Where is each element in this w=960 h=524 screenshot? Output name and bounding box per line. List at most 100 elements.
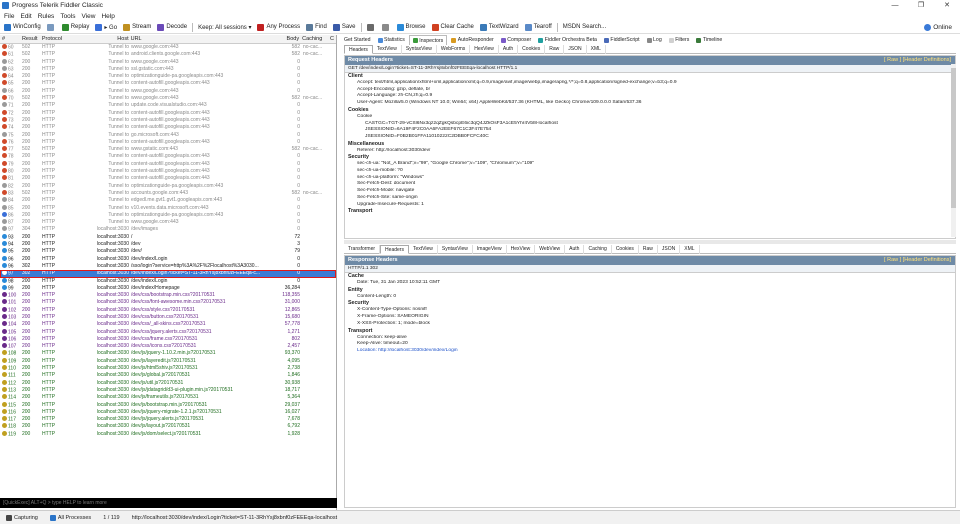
- menu-view[interactable]: View: [82, 13, 96, 20]
- subtab3-transformer[interactable]: Transformer: [344, 245, 381, 254]
- toolbar-tearoff-button[interactable]: Tearoff: [523, 22, 554, 33]
- subtab2-syntaxview[interactable]: SyntaxView: [402, 45, 437, 54]
- subtab2-auth[interactable]: Auth: [499, 45, 519, 54]
- subtab2-hexview[interactable]: HexView: [470, 45, 499, 54]
- subtab3-webview[interactable]: WebView: [535, 245, 566, 254]
- session-row[interactable]: 119 200 HTTP localhost:3030/dev/js/dom/sele…: [0, 430, 336, 438]
- session-row[interactable]: 70 502 HTTP Tunnel to www.google.com:443 582 n…: [0, 95, 336, 102]
- session-row[interactable]: 100 200 HTTP localhost:3030/dev/css/bootstr…: [0, 292, 336, 299]
- toolbar-clear-cache-button[interactable]: Clear Cache: [430, 22, 476, 33]
- session-row[interactable]: 98 200 HTTP localhost:3030/dev/index/Login 0: [0, 277, 336, 285]
- capturing-indicator[interactable]: Capturing: [0, 514, 44, 521]
- session-row[interactable]: 107 200 HTTP localhost:3030/dev/css/icons.c…: [0, 343, 336, 350]
- session-row[interactable]: 87 200 HTTP Tunnel to www.google.com:443 0: [0, 219, 336, 226]
- session-row[interactable]: 73 200 HTTP Tunnel to content-autofill.googl…: [0, 116, 336, 124]
- tab-autoresponder[interactable]: AutoResponder: [448, 35, 497, 45]
- col-body[interactable]: Body: [272, 36, 302, 42]
- toolbar-decode-button[interactable]: Decode: [155, 22, 189, 33]
- session-row[interactable]: 103 200 HTTP localhost:3030/dev/css/button.…: [0, 313, 336, 321]
- session-row[interactable]: 81 200 HTTP Tunnel to content-autofill.googl…: [0, 175, 336, 182]
- col-url[interactable]: URL: [131, 36, 273, 42]
- toolbar-winconfig-button[interactable]: WinConfig: [2, 22, 43, 33]
- session-row[interactable]: 72 200 HTTP Tunnel to content-autofill.googl…: [0, 109, 336, 117]
- subtab3-xml[interactable]: XML: [680, 245, 700, 254]
- subtab2-xml[interactable]: XML: [587, 45, 606, 54]
- session-row[interactable]: 112 200 HTTP localhost:3030/dev/js/util.js?…: [0, 379, 336, 387]
- tab-fiddlerscript[interactable]: FiddlerScript: [601, 35, 643, 45]
- scrollbar-thumb[interactable]: [951, 68, 956, 208]
- session-row[interactable]: 101 200 HTTP localhost:3030/dev/css/font-aw…: [0, 299, 336, 306]
- subtab3-caching[interactable]: Caching: [584, 245, 612, 254]
- header-section-transport[interactable]: Transport: [345, 328, 955, 335]
- subtab2-headers[interactable]: Headers: [344, 45, 373, 54]
- header-section-client[interactable]: Client: [345, 73, 955, 80]
- session-row[interactable]: 106 200 HTTP localhost:3030/dev/css/frame.c…: [0, 335, 336, 343]
- session-row[interactable]: 62 200 HTTP Tunnel to www.google.com:443 0: [0, 58, 336, 66]
- col-content-type[interactable]: C: [330, 36, 336, 42]
- minimize-button[interactable]: —: [882, 0, 908, 11]
- header-section-security[interactable]: Security: [345, 300, 955, 307]
- session-row[interactable]: 95 200 HTTP localhost:3030/dev/79: [0, 248, 336, 255]
- header-section-cookies[interactable]: Cookies: [345, 107, 955, 114]
- toolbar-item-6-button[interactable]: Keep: All sessions ▾: [196, 22, 253, 33]
- subtab3-syntaxview[interactable]: SyntaxView: [438, 245, 473, 254]
- session-row[interactable]: 97 304 HTTP localhost:3030/dev/images 0: [0, 226, 336, 233]
- session-row[interactable]: 104 200 HTTP localhost:3030/dev/css/_all-sk…: [0, 321, 336, 328]
- session-row[interactable]: 61 502 HTTP Tunnel to android.clients.google…: [0, 51, 336, 58]
- request-raw-links[interactable]: [ Raw ] [Header Definitions]: [884, 56, 955, 65]
- subtab3-textview[interactable]: TextView: [409, 245, 438, 254]
- subtab3-imageview[interactable]: ImageView: [473, 245, 507, 254]
- subtab2-cookies[interactable]: Cookies: [518, 45, 546, 54]
- header-section-entity[interactable]: Entity: [345, 287, 955, 294]
- session-row[interactable]: 63 200 HTTP Tunnel to ssl.gstatic.com:443 0: [0, 65, 336, 73]
- header-section-miscellaneous[interactable]: Miscellaneous: [345, 141, 955, 148]
- toolbar-save-button[interactable]: Save: [331, 22, 358, 33]
- session-row[interactable]: 99 200 HTTP localhost:3030/dev/index/Homepa…: [0, 284, 336, 292]
- request-scrollbar[interactable]: [951, 64, 956, 237]
- tab-timeline[interactable]: Timeline: [693, 35, 725, 45]
- toolbar-find-button[interactable]: Find: [304, 22, 329, 33]
- toolbar-crosshair-button[interactable]: Any Process: [255, 22, 302, 33]
- session-row[interactable]: 115 200 HTTP localhost:3030/dev/js/bootstra…: [0, 401, 336, 409]
- online-indicator[interactable]: Online: [924, 21, 952, 34]
- toolbar-replay-button[interactable]: Replay: [60, 22, 92, 33]
- session-row[interactable]: 66 200 HTTP Tunnel to www.google.com:443 0: [0, 87, 336, 95]
- col-caching[interactable]: Caching: [302, 36, 330, 42]
- session-row[interactable]: 76 200 HTTP Tunnel to content-autofill.googl…: [0, 138, 336, 146]
- tab-get-started[interactable]: Get Started: [341, 35, 374, 45]
- menu-file[interactable]: File: [4, 13, 14, 20]
- toolbar-snapshot-button[interactable]: [365, 22, 378, 33]
- col-host[interactable]: Host: [78, 36, 131, 42]
- session-row[interactable]: 74 200 HTTP Tunnel to content-autofill.googl…: [0, 124, 336, 131]
- session-row[interactable]: 94 200 HTTP localhost:3030/dev 3: [0, 241, 336, 248]
- header-section-security[interactable]: Security: [345, 154, 955, 161]
- subtab3-json[interactable]: JSON: [658, 245, 681, 254]
- menu-help[interactable]: Help: [101, 13, 114, 20]
- session-row[interactable]: 96 302 HTTP localhost:3030/sso/login?servic…: [0, 262, 336, 270]
- tab-log[interactable]: Log: [644, 35, 665, 45]
- subtab3-raw[interactable]: Raw: [639, 245, 658, 254]
- session-row[interactable]: 86 200 HTTP Tunnel to optimizationguide-pa.g…: [0, 211, 336, 219]
- session-row[interactable]: 60 502 HTTP Tunnel to www.google.com:443 582 n…: [0, 44, 336, 51]
- session-row[interactable]: 105 200 HTTP localhost:3030/dev/css/jquery.…: [0, 328, 336, 336]
- toolbar-browse-button[interactable]: Browse: [395, 22, 428, 33]
- col-protocol[interactable]: Protocol: [42, 36, 78, 42]
- session-row[interactable]: 108 200 HTTP localhost:3030/dev/js/jquery-1…: [0, 350, 336, 357]
- session-row[interactable]: 80 200 HTTP Tunnel to content-autofill.googl…: [0, 168, 336, 175]
- session-row[interactable]: 102 200 HTTP localhost:3030/dev/css/style.c…: [0, 306, 336, 314]
- close-button[interactable]: ✕: [934, 0, 960, 11]
- response-raw-links[interactable]: [ Raw ] [Header Definitions]: [884, 256, 955, 265]
- tab-composer[interactable]: Composer: [498, 35, 534, 45]
- session-list[interactable]: # Result Protocol Host URL Body Caching …: [0, 35, 337, 510]
- session-row[interactable]: 85 200 HTTP Tunnel to v10.events.data.micros…: [0, 204, 336, 212]
- toolbar-timer-button[interactable]: [380, 22, 393, 33]
- session-row[interactable]: 93 200 HTTP localhost:3030/ 72: [0, 233, 336, 241]
- session-row[interactable]: 113 200 HTTP localhost:3030/dev/js/jdatagri…: [0, 386, 336, 394]
- tab-statistics[interactable]: Statistics: [375, 35, 408, 45]
- session-row[interactable]: 118 200 HTTP localhost:3030/dev/js/layout.j…: [0, 423, 336, 430]
- session-row[interactable]: 116 200 HTTP localhost:3030/dev/js/jquery-m…: [0, 408, 336, 416]
- session-row[interactable]: 65 200 HTTP Tunnel to content-autofill.googl…: [0, 80, 336, 87]
- session-row[interactable]: 96 200 HTTP localhost:3030/dev/index/Login 0: [0, 255, 336, 263]
- subtab3-hexview[interactable]: HexView: [507, 245, 536, 254]
- session-row[interactable]: 84 200 HTTP Tunnel to edgedl.me.gvt1.gvt1.go…: [0, 197, 336, 204]
